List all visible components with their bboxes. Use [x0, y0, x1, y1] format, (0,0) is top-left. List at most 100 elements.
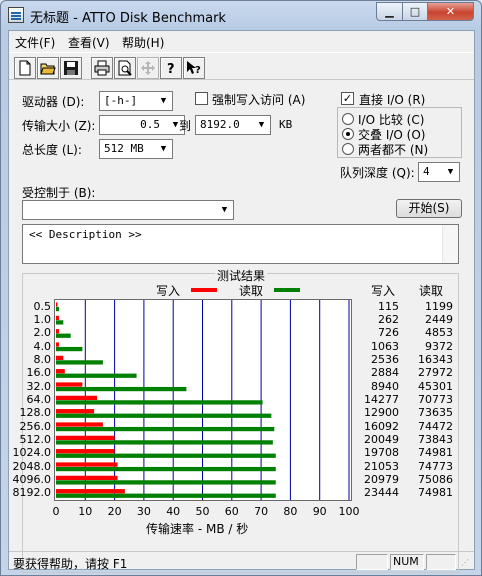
- write-rate-cell: 262: [378, 313, 399, 326]
- x-tick-label: 10: [78, 505, 93, 518]
- minimize-button[interactable]: ▁: [376, 2, 403, 21]
- read-bar: [56, 453, 276, 458]
- io-compare-radio[interactable]: [342, 113, 354, 125]
- write-bar: [56, 329, 59, 334]
- description-scrollbar[interactable]: [442, 225, 458, 263]
- move-icon: [141, 61, 155, 75]
- print-preview-button[interactable]: [114, 57, 136, 79]
- app-window: 无标题 - ATTO Disk Benchmark ▁ □ ✕ 文件(F) 查看…: [0, 0, 482, 576]
- y-tick-label: 128.0: [19, 406, 52, 420]
- chevron-down-icon[interactable]: ▼: [442, 163, 459, 181]
- context-help-icon: ?: [187, 61, 201, 76]
- transfer-to-select[interactable]: 8192.0 ▼: [195, 115, 271, 135]
- y-tick-label: 2048.0: [12, 459, 52, 473]
- print-preview-icon: [118, 60, 132, 76]
- status-help-text: 要获得帮助，请按 F1: [13, 557, 128, 571]
- y-tick-label: 1024.0: [12, 446, 52, 460]
- chevron-down-icon[interactable]: ▼: [216, 201, 233, 219]
- context-help-button[interactable]: ?: [183, 57, 205, 79]
- print-button[interactable]: [91, 57, 113, 79]
- drive-value: [-h-]: [104, 94, 138, 107]
- y-tick-label: 32.0: [26, 379, 52, 393]
- column-read-header: 读取: [419, 284, 444, 298]
- write-bar: [56, 435, 115, 440]
- menu-bar: 文件(F) 查看(V) 帮助(H): [9, 31, 474, 51]
- y-tick-label: 256.0: [19, 419, 52, 433]
- y-tick-label: 4.0: [33, 339, 52, 353]
- chevron-down-icon[interactable]: ▼: [253, 116, 270, 134]
- menu-view[interactable]: 查看(V): [68, 34, 110, 51]
- transfer-size-label: 传输大小 (Z):: [22, 119, 96, 133]
- chart-svg: [56, 300, 350, 500]
- maximize-button[interactable]: □: [402, 2, 428, 21]
- move-button[interactable]: [137, 57, 159, 79]
- open-button[interactable]: [37, 57, 59, 79]
- read-bar: [56, 413, 272, 418]
- read-rate-cell: 73843: [418, 433, 453, 446]
- read-bar: [56, 373, 137, 378]
- y-tick-label: 4096.0: [12, 473, 52, 486]
- menu-help[interactable]: 帮助(H): [122, 34, 164, 51]
- menu-file[interactable]: 文件(F): [15, 34, 55, 51]
- read-bar: [56, 426, 275, 432]
- write-bar: [56, 369, 65, 374]
- write-rate-cell: 20049: [364, 433, 399, 446]
- transfer-from-select[interactable]: 0.5 ▼: [99, 115, 185, 135]
- drive-label: 驱动器 (D):: [22, 95, 85, 109]
- read-bar: [56, 480, 276, 485]
- y-tick-label: 0.5: [33, 299, 52, 313]
- legend-read-swatch: [274, 288, 300, 292]
- queue-depth-select[interactable]: 4 ▼: [418, 162, 460, 182]
- write-rate-cell: 2536: [371, 353, 399, 366]
- drive-select[interactable]: [-h-] ▼: [99, 91, 173, 111]
- neither-radio[interactable]: [342, 143, 354, 155]
- resize-grip-icon[interactable]: ⋰: [461, 558, 469, 567]
- description-text: << Description >>: [29, 228, 142, 241]
- description-field[interactable]: << Description >>: [22, 224, 459, 264]
- write-rate-cell: 20979: [364, 473, 399, 486]
- x-tick-label: 80: [283, 505, 298, 518]
- save-icon: [64, 61, 78, 75]
- total-length-select[interactable]: 512 MB ▼: [99, 139, 173, 159]
- y-tick-label: 16.0: [26, 366, 52, 380]
- help-button[interactable]: ?: [160, 57, 182, 79]
- x-tick-label: 90: [312, 505, 327, 518]
- read-rate-cell: 1199: [425, 299, 453, 313]
- benchmark-chart: [54, 299, 352, 501]
- title-bar[interactable]: 无标题 - ATTO Disk Benchmark ▁ □ ✕: [1, 1, 481, 29]
- status-cell-3: [426, 554, 456, 570]
- y-tick-label: 2.0: [33, 326, 52, 340]
- direct-io-checkbox[interactable]: ✓: [341, 92, 354, 105]
- write-rate-cell: 1063: [371, 339, 399, 353]
- to-label: 到: [179, 119, 192, 133]
- svg-text:?: ?: [167, 62, 175, 76]
- force-write-checkbox[interactable]: [195, 92, 208, 105]
- chevron-down-icon[interactable]: ▼: [155, 140, 172, 158]
- save-button[interactable]: [60, 57, 82, 79]
- read-bar: [56, 466, 276, 472]
- queue-depth-value: 4: [423, 165, 430, 178]
- close-button[interactable]: ✕: [427, 2, 474, 21]
- x-tick-label: 40: [166, 505, 181, 518]
- force-write-label: 强制写入访问 (A): [212, 93, 306, 107]
- read-bar: [56, 360, 103, 365]
- overlapped-io-radio[interactable]: [342, 128, 354, 140]
- read-rate-cell: 2449: [425, 313, 453, 326]
- read-rate-cell: 73635: [418, 406, 453, 420]
- read-bar: [56, 440, 273, 445]
- print-icon: [94, 60, 110, 76]
- controlled-by-select[interactable]: ▼: [22, 200, 234, 220]
- write-rate-cell: 2884: [371, 366, 399, 380]
- start-button[interactable]: 开始(S): [396, 199, 462, 218]
- read-bar: [56, 306, 59, 312]
- write-bar: [56, 342, 59, 347]
- chevron-down-icon[interactable]: ▼: [155, 92, 172, 110]
- read-rate-cell: 75086: [418, 473, 453, 486]
- kb-label: KB: [279, 118, 293, 131]
- write-bar: [56, 489, 125, 494]
- total-length-label: 总长度 (L):: [22, 143, 82, 157]
- status-cell-1: [356, 554, 388, 570]
- y-tick-label: 64.0: [26, 393, 52, 406]
- open-icon: [40, 63, 56, 75]
- new-button[interactable]: [14, 57, 36, 79]
